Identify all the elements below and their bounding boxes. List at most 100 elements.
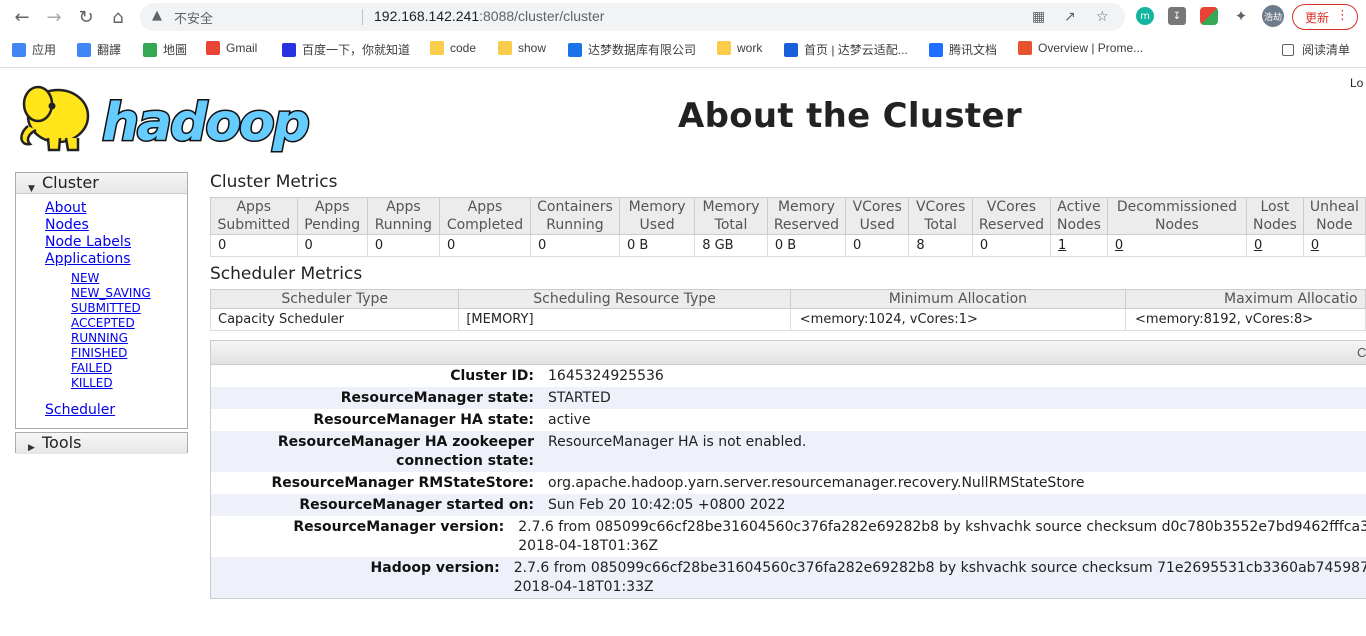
cluster-info-rows: Cluster ID: 1645324925536 ResourceManager … bbox=[211, 365, 1366, 598]
bookmark-item[interactable]: Gmail bbox=[206, 41, 257, 55]
cluster-metric-header[interactable]: Memory Total bbox=[694, 197, 768, 235]
cluster-info-row: Cluster ID: 1645324925536 bbox=[211, 365, 1366, 387]
cluster-metric-header[interactable]: Containers Running bbox=[530, 197, 620, 235]
scheduler-metrics-value-row: Capacity Scheduler [MEMORY] <memory:1024… bbox=[209, 308, 1366, 331]
reading-list-button[interactable]: 阅读清单 bbox=[1282, 41, 1350, 58]
cluster-metric-header[interactable]: VCores Total bbox=[908, 197, 973, 235]
tools-nav-header[interactable]: ▶ Tools bbox=[16, 433, 187, 454]
app-state-new[interactable]: NEW bbox=[71, 271, 187, 286]
cluster-info-header[interactable]: C bbox=[211, 341, 1366, 365]
bookmark-item[interactable]: Overview | Prome... bbox=[1018, 41, 1143, 55]
cluster-metric-header[interactable]: Apps Pending bbox=[296, 197, 368, 235]
cluster-metric-header[interactable]: Memory Reserved bbox=[766, 197, 847, 235]
cluster-metric-header-line: Apps bbox=[386, 199, 421, 215]
bookmark-item[interactable]: 地圖 bbox=[143, 41, 187, 58]
insecure-label[interactable]: 不安全 bbox=[174, 8, 213, 27]
scheduler-metrics-header-row: Scheduler Type Scheduling Resource Type … bbox=[209, 289, 1366, 309]
bookmark-label: 应用 bbox=[32, 43, 57, 57]
nav-link-about[interactable]: About bbox=[45, 200, 187, 217]
maximum-allocation-header[interactable]: Maximum Allocatio bbox=[1125, 289, 1366, 309]
cluster-metric-value: 0 bbox=[1302, 234, 1366, 257]
cluster-metric-header-line: Nodes bbox=[1057, 217, 1101, 233]
translate-icon bbox=[77, 42, 91, 57]
url-text[interactable]: 192.168.142.241:8088/cluster/cluster bbox=[374, 8, 604, 24]
cluster-metric-header[interactable]: Unheal Node bbox=[1302, 197, 1366, 235]
bookmark-label: 达梦数据库有限公司 bbox=[588, 43, 697, 57]
nav-link-applications[interactable]: Applications bbox=[45, 251, 187, 268]
translate-page-icon[interactable]: ▦ bbox=[1032, 9, 1045, 25]
cluster-info-value-line: 2018-04-18T01:33Z bbox=[513, 579, 654, 595]
bookmark-item[interactable]: 翻譯 bbox=[77, 41, 121, 58]
cluster-metric-link[interactable]: 0 bbox=[1254, 238, 1262, 253]
update-button[interactable]: 更新 ⋮ bbox=[1292, 4, 1358, 30]
bookmark-item[interactable]: code bbox=[430, 41, 476, 55]
extensions-puzzle-icon[interactable]: ✦ bbox=[1232, 7, 1250, 25]
cluster-metric-header[interactable]: VCores Used bbox=[844, 197, 910, 235]
app-state-running[interactable]: RUNNING bbox=[71, 331, 187, 346]
url-host: 192.168.142.241 bbox=[374, 8, 480, 24]
cluster-metric-header[interactable]: Apps Submitted bbox=[210, 197, 298, 235]
cluster-metric-header[interactable]: Active Nodes bbox=[1049, 197, 1108, 235]
nav-link-node-labels[interactable]: Node Labels bbox=[45, 234, 187, 251]
extension-colorful-icon[interactable] bbox=[1200, 7, 1218, 25]
cluster-metric-header-line: Memory bbox=[702, 199, 760, 215]
cluster-info-row: ResourceManager HA zookeeper connection … bbox=[211, 431, 1366, 472]
cluster-metric-link[interactable]: 0 bbox=[1311, 238, 1319, 253]
profile-avatar[interactable]: 浩劫 bbox=[1262, 5, 1284, 27]
cluster-metric-header[interactable]: Apps Running bbox=[366, 197, 440, 235]
minimum-allocation-value: <memory:1024, vCores:1> bbox=[789, 308, 1127, 331]
cluster-metric-header[interactable]: Decommissioned Nodes bbox=[1106, 197, 1247, 235]
cluster-metric-value: 0 bbox=[1106, 234, 1247, 257]
bookmark-star-icon[interactable]: ☆ bbox=[1096, 9, 1109, 25]
app-state-list: NEW NEW_SAVING SUBMITTED ACCEPTED RUNNIN… bbox=[45, 268, 187, 391]
app-state-submitted[interactable]: SUBMITTED bbox=[71, 301, 187, 316]
cluster-metrics-table: Apps Submitted Apps Pending Apps Running Apps C… bbox=[210, 197, 1366, 257]
scheduler-metrics-table: Scheduler Type Scheduling Resource Type … bbox=[209, 289, 1366, 331]
extension-m-icon[interactable]: m bbox=[1136, 7, 1154, 25]
app-state-killed[interactable]: KILLED bbox=[71, 376, 187, 391]
cluster-metric-header-line: Unheal bbox=[1309, 199, 1359, 215]
bookmarks-bar: 应用 翻譯 地圖 Gmail 百度一下，你就知道 code show 达梦数据库有限公司 wor… bbox=[0, 35, 1366, 63]
cluster-metric-header-line: Used bbox=[859, 217, 895, 233]
cluster-info-value: ResourceManager HA is not enabled. bbox=[541, 431, 806, 472]
minimum-allocation-header[interactable]: Minimum Allocation bbox=[789, 289, 1127, 309]
home-icon[interactable]: ⌂ bbox=[106, 5, 130, 29]
scheduler-type-header[interactable]: Scheduler Type bbox=[209, 289, 460, 309]
cluster-metric-header[interactable]: Apps Completed bbox=[438, 197, 532, 235]
app-state-accepted[interactable]: ACCEPTED bbox=[71, 316, 187, 331]
bookmark-item[interactable]: 首页 | 达梦云适配... bbox=[784, 41, 908, 58]
scheduling-resource-type-header[interactable]: Scheduling Resource Type bbox=[458, 289, 791, 309]
nav-link-scheduler[interactable]: Scheduler bbox=[45, 402, 187, 419]
cluster-nav-label: Cluster bbox=[42, 173, 99, 192]
reload-icon[interactable]: ↻ bbox=[74, 5, 98, 29]
app-state-new-saving[interactable]: NEW_SAVING bbox=[71, 286, 187, 301]
cluster-metric-link[interactable]: 0 bbox=[1115, 238, 1123, 253]
cluster-info-value: 2.7.6 from 085099c66cf28be31604560c376fa… bbox=[511, 516, 1366, 557]
bookmark-item[interactable]: 腾讯文档 bbox=[929, 41, 997, 58]
hadoop-logo[interactable]: hadoop bbox=[16, 74, 316, 158]
back-arrow-icon[interactable]: ← bbox=[10, 5, 34, 29]
bookmark-item[interactable]: show bbox=[498, 41, 546, 55]
cluster-metric-header[interactable]: Memory Used bbox=[618, 197, 696, 235]
address-bar[interactable]: ▲ 不安全 192.168.142.241:8088/cluster/clust… bbox=[140, 3, 1125, 31]
share-icon[interactable]: ↗ bbox=[1064, 9, 1076, 25]
cluster-metric-link[interactable]: 1 bbox=[1058, 238, 1066, 253]
cluster-metrics-header-row: Apps Submitted Apps Pending Apps Running Apps C… bbox=[210, 197, 1366, 235]
app-state-failed[interactable]: FAILED bbox=[71, 361, 187, 376]
cluster-metrics-value-row: 000000 B8 GB 0 B0801000 bbox=[210, 234, 1366, 257]
nav-link-nodes[interactable]: Nodes bbox=[45, 217, 187, 234]
bookmark-item[interactable]: 百度一下，你就知道 bbox=[282, 41, 410, 58]
cluster-nav-header[interactable]: ▼ Cluster bbox=[16, 173, 187, 194]
bookmark-label: 腾讯文档 bbox=[949, 43, 998, 57]
cluster-metric-header[interactable]: VCores Reserved bbox=[971, 197, 1051, 235]
cluster-metric-value: 8 GB bbox=[694, 234, 768, 257]
cluster-info-value-line: 1645324925536 bbox=[548, 368, 664, 384]
app-state-finished[interactable]: FINISHED bbox=[71, 346, 187, 361]
bookmark-item[interactable]: 应用 bbox=[12, 41, 56, 58]
cluster-metric-header-line: Apps bbox=[467, 199, 503, 215]
download-icon[interactable]: ↧ bbox=[1168, 7, 1186, 25]
bookmark-item[interactable]: work bbox=[717, 41, 762, 55]
bookmark-item[interactable]: 达梦数据库有限公司 bbox=[568, 41, 696, 58]
cluster-metric-header[interactable]: Lost Nodes bbox=[1245, 197, 1304, 235]
forward-arrow-icon[interactable]: → bbox=[42, 5, 66, 29]
